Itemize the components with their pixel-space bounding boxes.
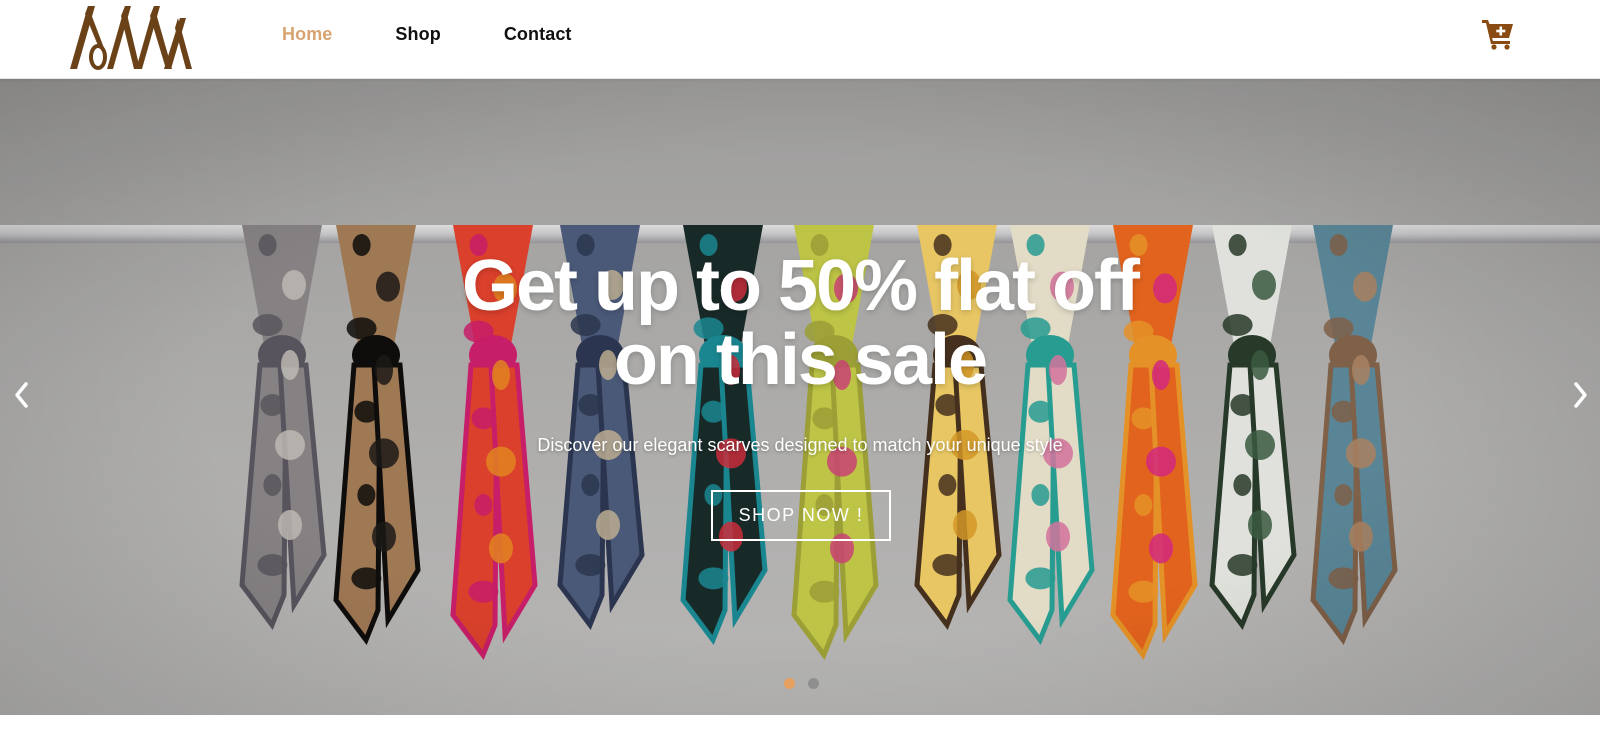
hero-carousel: Get up to 50% flat off on this sale Disc… bbox=[0, 79, 1600, 715]
site-header: Home Shop Contact bbox=[0, 0, 1600, 79]
chevron-left-icon bbox=[15, 382, 28, 408]
carousel-next-button[interactable] bbox=[1568, 379, 1592, 411]
cart-plus-icon bbox=[1482, 20, 1513, 50]
nav-shop-link[interactable]: Shop bbox=[395, 24, 440, 45]
hero-subtitle: Discover our elegant scarves designed to… bbox=[537, 435, 1063, 455]
hero-title-line-1: Get up to 50% flat off bbox=[462, 246, 1140, 326]
carousel-indicators bbox=[784, 678, 819, 689]
nav-home-link[interactable]: Home bbox=[282, 24, 332, 45]
carousel-prev-button[interactable] bbox=[10, 379, 34, 411]
shop-now-button[interactable]: SHOP NOW ! bbox=[711, 490, 891, 541]
page-below-hero bbox=[0, 715, 1600, 738]
carousel-dot[interactable] bbox=[808, 678, 819, 689]
main-nav: Home Shop Contact bbox=[282, 24, 635, 45]
nav-contact-link[interactable]: Contact bbox=[504, 24, 572, 45]
cart-button[interactable] bbox=[1481, 18, 1515, 50]
chevron-right-icon bbox=[1574, 382, 1587, 408]
hero-title-line-2: on this sale bbox=[613, 320, 988, 400]
hero-title: Get up to 50% flat off on this sale bbox=[300, 249, 1300, 397]
brand-logo[interactable] bbox=[68, 4, 192, 72]
carousel-dot[interactable] bbox=[784, 678, 795, 689]
